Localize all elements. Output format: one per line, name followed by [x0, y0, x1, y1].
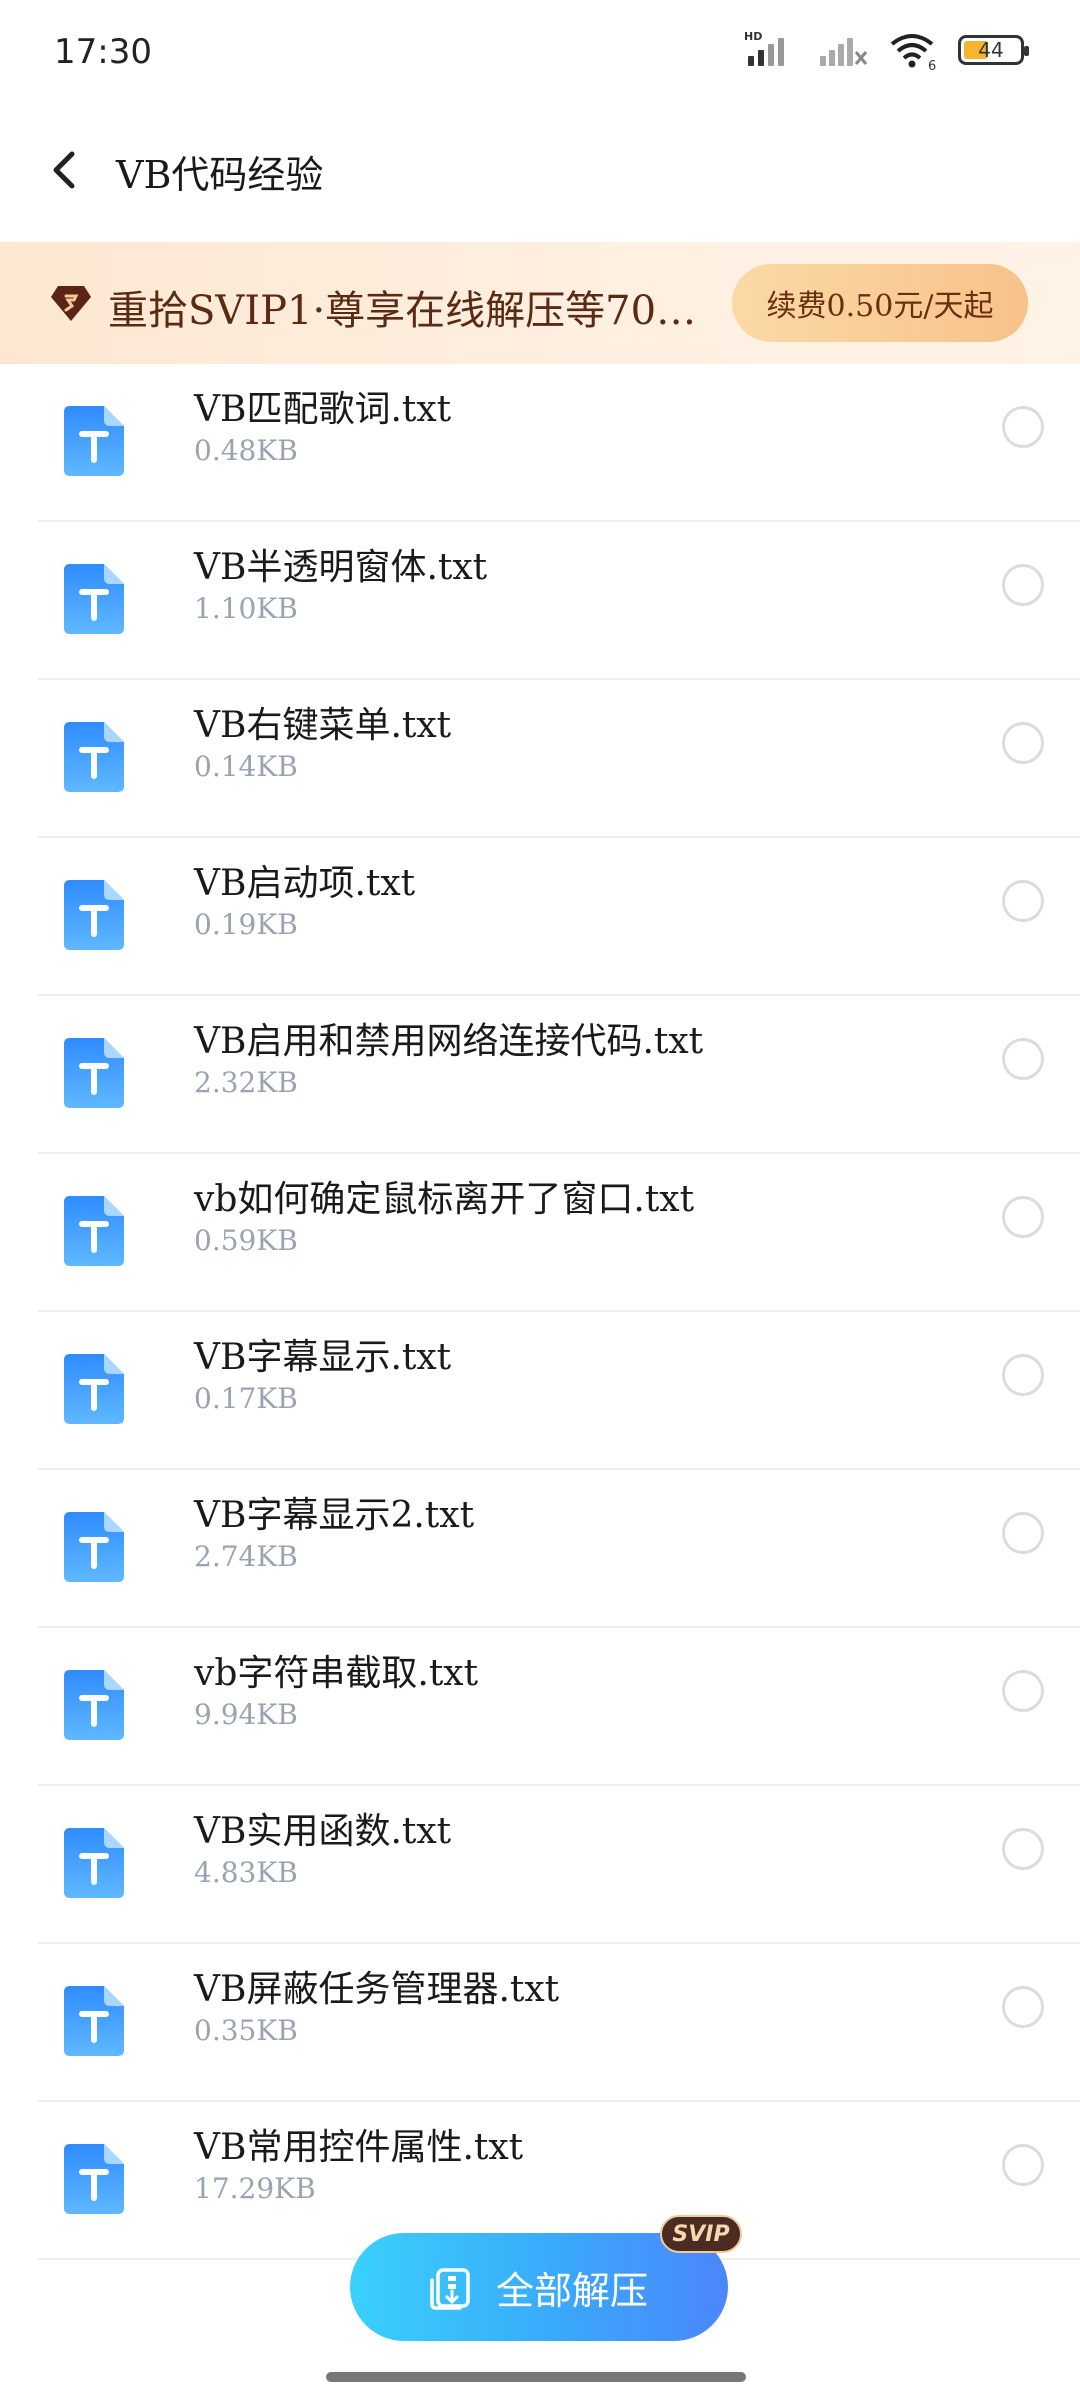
file-size: 2.74KB [194, 1540, 298, 1573]
file-row[interactable]: VB启用和禁用网络连接代码.txt 2.32KB [0, 996, 1080, 1154]
file-size: 9.94KB [194, 1698, 298, 1731]
select-checkbox[interactable] [1002, 1986, 1044, 2028]
file-name: VB屏蔽任务管理器.txt [194, 1969, 560, 2010]
status-time: 17:30 [54, 32, 152, 72]
svip-promo-text: 重拾SVIP1·尊享在线解压等70+… [108, 288, 718, 334]
file-name: VB字幕显示.txt [194, 1337, 452, 1378]
select-checkbox[interactable] [1002, 2144, 1044, 2186]
txt-file-icon [64, 880, 124, 950]
file-name: VB右键菜单.txt [194, 705, 452, 746]
txt-file-icon [64, 722, 124, 792]
file-size: 4.83KB [194, 1856, 298, 1889]
file-name: VB匹配歌词.txt [194, 389, 452, 430]
chevron-left-icon[interactable] [46, 142, 82, 198]
page-title: VB代码经验 [116, 153, 324, 197]
svip-badge: SVIP [660, 2215, 742, 2253]
file-size: 0.59KB [194, 1224, 298, 1257]
file-name: vb如何确定鼠标离开了窗口.txt [194, 1179, 695, 1220]
file-size: 1.10KB [194, 592, 298, 625]
file-name: VB启动项.txt [194, 863, 416, 904]
txt-file-icon [64, 564, 124, 634]
file-row[interactable]: VB右键菜单.txt 0.14KB [0, 680, 1080, 838]
file-row[interactable]: VB实用函数.txt 4.83KB [0, 1786, 1080, 1944]
select-checkbox[interactable] [1002, 1354, 1044, 1396]
select-checkbox[interactable] [1002, 1512, 1044, 1554]
file-row[interactable]: VB匹配歌词.txt 0.48KB [0, 364, 1080, 522]
select-checkbox[interactable] [1002, 564, 1044, 606]
select-checkbox[interactable] [1002, 1196, 1044, 1238]
file-name: VB常用控件属性.txt [194, 2127, 524, 2168]
file-row[interactable]: VB屏蔽任务管理器.txt 0.35KB [0, 1944, 1080, 2102]
status-icons: HD 6 44 [744, 30, 1029, 70]
battery-level: 44 [978, 38, 1004, 62]
battery-icon: 44 [958, 35, 1029, 65]
svip-gem-icon [51, 286, 91, 321]
archive-extract-icon [430, 2268, 470, 2310]
cellular-signal-icon: HD [744, 30, 784, 66]
select-checkbox[interactable] [1002, 1828, 1044, 1870]
select-checkbox[interactable] [1002, 1670, 1044, 1712]
wifi-icon: 6 [890, 34, 936, 70]
header: VB代码经验 [0, 120, 1080, 220]
file-size: 0.35KB [194, 2014, 298, 2047]
hd-label: HD [744, 30, 762, 43]
select-checkbox[interactable] [1002, 1038, 1044, 1080]
select-checkbox[interactable] [1002, 880, 1044, 922]
file-row[interactable]: VB字幕显示.txt 0.17KB [0, 1312, 1080, 1470]
extract-all-label: 全部解压 [495, 2268, 648, 2313]
svip-promo-banner[interactable]: 重拾SVIP1·尊享在线解压等70+… 续费0.50元/天起 [0, 242, 1080, 364]
cellular-signal-2-icon [820, 38, 868, 66]
home-indicator[interactable] [326, 2372, 746, 2382]
file-size: 0.48KB [194, 434, 298, 467]
file-row[interactable]: vb如何确定鼠标离开了窗口.txt 0.59KB [0, 1154, 1080, 1312]
file-size: 0.19KB [194, 908, 298, 941]
wifi-label: 6 [928, 59, 936, 70]
file-name: vb字符串截取.txt [194, 1653, 479, 1694]
file-row[interactable]: vb字符串截取.txt 9.94KB [0, 1628, 1080, 1786]
status-bar: 17:30 HD 6 44 [0, 0, 1080, 106]
txt-file-icon [64, 1512, 124, 1582]
file-name: VB实用函数.txt [194, 1811, 452, 1852]
file-name: VB启用和禁用网络连接代码.txt [194, 1021, 704, 1062]
txt-file-icon [64, 1354, 124, 1424]
file-list: VB匹配歌词.txt 0.48KB VB半透明窗体.txt 1.10KB VB右… [0, 364, 1080, 2260]
file-row[interactable]: VB半透明窗体.txt 1.10KB [0, 522, 1080, 680]
file-size: 17.29KB [194, 2172, 316, 2205]
file-size: 2.32KB [194, 1066, 298, 1099]
select-checkbox[interactable] [1002, 722, 1044, 764]
file-name: VB半透明窗体.txt [194, 547, 488, 588]
file-row[interactable]: VB字幕显示2.txt 2.74KB [0, 1470, 1080, 1628]
txt-file-icon [64, 1986, 124, 2056]
txt-file-icon [64, 1670, 124, 1740]
txt-file-icon [64, 2144, 124, 2214]
txt-file-icon [64, 1828, 124, 1898]
file-size: 0.17KB [194, 1382, 298, 1415]
txt-file-icon [64, 406, 124, 476]
file-size: 0.14KB [194, 750, 298, 783]
file-row[interactable]: VB启动项.txt 0.19KB [0, 838, 1080, 996]
file-name: VB字幕显示2.txt [194, 1495, 475, 1536]
txt-file-icon [64, 1038, 124, 1108]
renew-button[interactable]: 续费0.50元/天起 [732, 264, 1028, 342]
select-checkbox[interactable] [1002, 406, 1044, 448]
txt-file-icon [64, 1196, 124, 1266]
